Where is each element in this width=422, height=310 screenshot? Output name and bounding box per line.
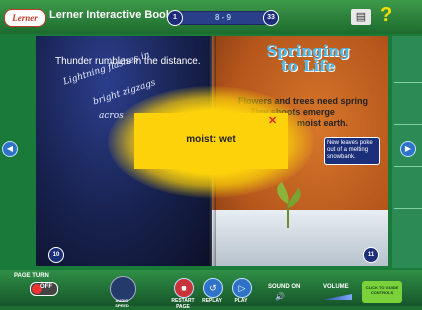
replay-label: REPLAY xyxy=(202,298,222,304)
guide-controls-button[interactable]: CLICK TO GUIDE CONTROLS xyxy=(362,281,402,303)
help-icon[interactable]: ? xyxy=(380,4,392,27)
right-page-title: Springing to Life xyxy=(258,44,358,74)
prev-page-button[interactable]: ◀ xyxy=(2,141,18,157)
app-title: Lerner Interactive Books xyxy=(49,9,178,21)
photo-caption: New leaves poke out of a melting snowban… xyxy=(324,137,380,165)
volume-label: VOLUME xyxy=(323,284,349,290)
right-page-number: 11 xyxy=(363,247,379,263)
lerner-logo[interactable]: Lerner xyxy=(4,9,46,27)
strip-divider xyxy=(394,82,422,83)
audio-speed-label: AUDIO SPEED xyxy=(115,298,129,308)
strip-divider xyxy=(394,124,422,125)
page-turn-state: OFF xyxy=(40,284,52,290)
book-icon[interactable]: ▤ xyxy=(351,9,371,25)
play-button[interactable]: ▷ xyxy=(232,278,252,298)
glossary-definition: moist: wet xyxy=(186,134,236,145)
restart-page-button[interactable]: ■ xyxy=(174,278,194,298)
sound-label: SOUND ON xyxy=(268,284,301,290)
restart-label: RESTART PAGE xyxy=(171,298,195,310)
play-label: PLAY xyxy=(234,298,248,304)
page-end-marker[interactable]: 33 xyxy=(263,10,279,26)
strip-divider xyxy=(394,166,422,167)
strip-divider xyxy=(394,208,422,209)
left-page-number: 10 xyxy=(48,247,64,263)
page-start-marker[interactable]: 1 xyxy=(167,10,183,26)
speaker-icon[interactable]: 🔊 xyxy=(275,292,285,301)
page-slider[interactable]: 1 8 - 9 33 xyxy=(167,10,279,26)
page-turn-label: PAGE TURN xyxy=(14,273,49,279)
close-icon[interactable]: ✕ xyxy=(268,114,277,127)
page-range-label: 8 - 9 xyxy=(214,13,231,22)
title-line: to Life xyxy=(280,57,336,75)
replay-button[interactable]: ↺ xyxy=(203,278,223,298)
next-page-button[interactable]: ▶ xyxy=(400,141,416,157)
